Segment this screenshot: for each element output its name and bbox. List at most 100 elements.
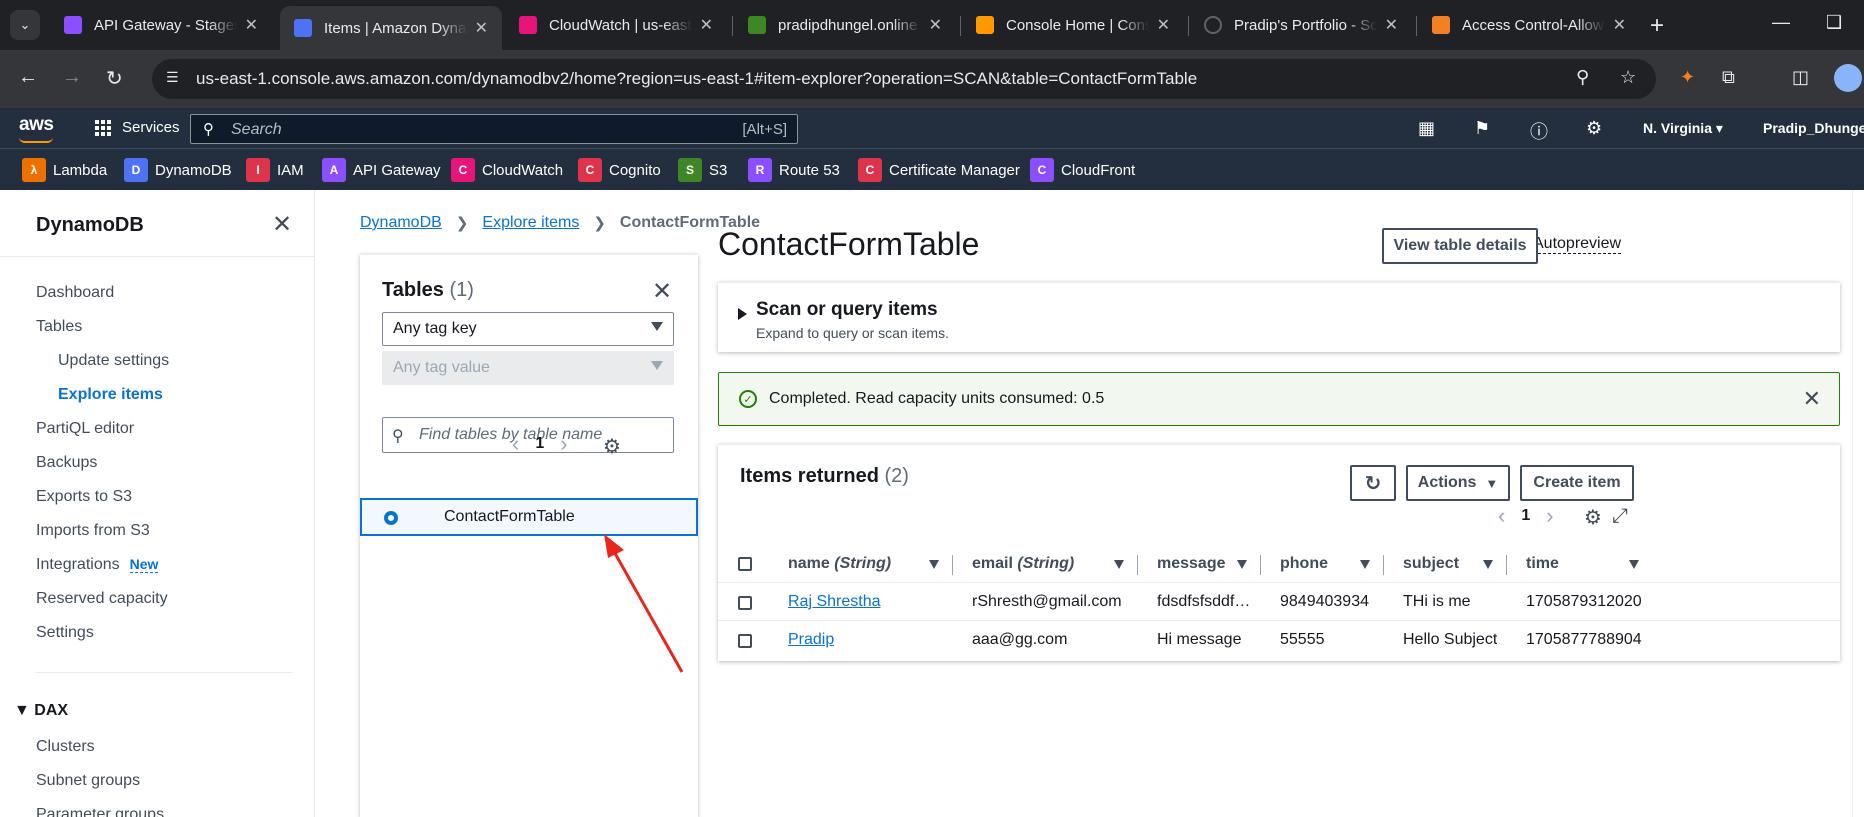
cloudshell-icon[interactable]: ▦ — [1418, 118, 1435, 139]
table-list-item[interactable]: ContactFormTable — [360, 498, 698, 536]
side-panel-icon[interactable]: ◫ — [1792, 67, 1809, 88]
column-header-subject[interactable]: subject — [1403, 555, 1459, 573]
sidenav-item-parameter-groups[interactable]: Parameter groups — [36, 806, 164, 817]
account-menu[interactable]: Pradip_Dhungel — [1763, 120, 1864, 136]
service-title[interactable]: DynamoDB — [36, 214, 144, 237]
cell-name-link[interactable]: Raj Shrestha — [788, 593, 881, 611]
cell-name-link[interactable]: Pradip — [788, 631, 834, 649]
reload-icon[interactable]: ↻ — [106, 66, 123, 91]
sort-icon[interactable] — [1114, 560, 1124, 569]
page-number[interactable]: 1 — [1521, 507, 1530, 525]
dismiss-icon[interactable]: ✕ — [1803, 386, 1821, 412]
table-row[interactable]: Raj Shrestha rShresth@gmail.com fdsdfsfs… — [718, 583, 1840, 621]
favorite-certificate-manager[interactable]: C Certificate Manager — [858, 157, 1020, 183]
fullscreen-icon[interactable]: ⤢ — [1612, 505, 1628, 528]
row-checkbox[interactable] — [738, 596, 752, 610]
table-preferences-gear-icon[interactable]: ⚙ — [1584, 505, 1602, 530]
restore-window-icon[interactable]: ❑ — [1826, 12, 1842, 33]
sidenav-item-dashboard[interactable]: Dashboard — [36, 284, 114, 302]
favorite-cognito[interactable]: C Cognito — [578, 157, 661, 183]
favorite-api-gateway[interactable]: A API Gateway — [322, 157, 441, 183]
region-selector[interactable]: N. Virginia ▾ — [1643, 120, 1723, 137]
aws-logo[interactable]: aws — [19, 114, 54, 136]
table-preferences-gear-icon[interactable]: ⚙ — [603, 434, 621, 459]
browser-tab-dynamodb[interactable]: Items | Amazon DynamoDB ✕ — [280, 6, 502, 50]
favorite-route53[interactable]: R Route 53 — [748, 157, 840, 183]
close-tab-icon[interactable]: ✕ — [245, 15, 258, 35]
sidenav-item-partiql-editor[interactable]: PartiQL editor — [36, 420, 134, 438]
select-all-checkbox[interactable] — [738, 557, 752, 571]
profile-avatar[interactable] — [1834, 64, 1862, 92]
help-icon[interactable]: ⓘ — [1530, 118, 1548, 144]
create-item-button[interactable]: Create item — [1520, 465, 1634, 501]
dax-section-toggle[interactable]: ▼ DAX — [14, 702, 68, 720]
page-number[interactable]: 1 — [535, 435, 544, 453]
sidenav-item-tables[interactable]: Tables — [36, 318, 82, 336]
sidenav-item-explore-items[interactable]: Explore items — [58, 386, 163, 404]
sort-icon[interactable] — [1360, 560, 1370, 569]
column-header-phone[interactable]: phone — [1280, 555, 1328, 573]
extensions-puzzle-icon[interactable]: ⧉ — [1722, 67, 1735, 88]
browser-tab-console-home[interactable]: Console Home | Console ✕ — [962, 6, 1184, 44]
minimize-icon[interactable]: — — [1772, 12, 1790, 33]
sidenav-item-subnet-groups[interactable]: Subnet groups — [36, 772, 140, 790]
sidenav-item-exports[interactable]: Exports to S3 — [36, 488, 132, 506]
tag-key-select[interactable]: Any tag key — [382, 312, 674, 346]
sort-icon[interactable] — [1483, 560, 1493, 569]
zoom-icon[interactable]: ⚲ — [1576, 67, 1589, 88]
sort-icon[interactable] — [1237, 560, 1247, 569]
browser-tab-s3-site[interactable]: pradipdhungel.online ✕ — [734, 6, 956, 44]
breadcrumb-explore-items[interactable]: Explore items — [482, 214, 579, 232]
chevron-left-icon[interactable]: ‹ — [1498, 503, 1505, 529]
chevron-right-icon[interactable]: › — [560, 431, 567, 457]
table-row[interactable]: Pradip aaa@gg.com Hi message 55555 Hello… — [718, 621, 1840, 659]
extension-icon[interactable]: ✦ — [1680, 67, 1695, 88]
close-tab-icon[interactable]: ✕ — [1157, 15, 1170, 35]
sidenav-item-imports[interactable]: Imports from S3 — [36, 522, 150, 540]
chevron-left-icon[interactable]: ‹ — [512, 431, 519, 457]
browser-tab-api-gateway[interactable]: API Gateway - Stages ✕ — [50, 6, 272, 44]
aws-search-input[interactable]: ⚲ Search [Alt+S] — [190, 114, 798, 144]
close-nav-icon[interactable]: ✕ — [272, 210, 292, 239]
browser-tab-portfolio[interactable]: Pradip's Portfolio - Sc ✕ — [1190, 6, 1412, 44]
favorite-iam[interactable]: I IAM — [246, 157, 304, 183]
services-menu-button[interactable]: Services — [122, 119, 180, 136]
browser-tab-stackoverflow[interactable]: Access Control-Allow ✕ — [1418, 6, 1640, 44]
column-header-message[interactable]: message — [1157, 555, 1226, 573]
refresh-button[interactable]: ↻ — [1350, 465, 1396, 501]
settings-gear-icon[interactable]: ⚙ — [1586, 118, 1602, 139]
tab-search-dropdown-icon[interactable]: ⌄ — [10, 10, 40, 40]
sidenav-item-update-settings[interactable]: Update settings — [58, 352, 169, 370]
sidenav-item-integrations[interactable]: Integrations New — [36, 556, 159, 574]
column-header-time[interactable]: time — [1526, 555, 1559, 573]
browser-tab-cloudwatch[interactable]: CloudWatch | us-east-1 ✕ — [505, 6, 727, 44]
table-radio-button[interactable] — [384, 511, 398, 525]
favorite-lambda[interactable]: λ Lambda — [22, 157, 107, 183]
sidenav-item-reserved-capacity[interactable]: Reserved capacity — [36, 590, 168, 608]
sort-icon[interactable] — [1629, 560, 1639, 569]
bookmark-star-icon[interactable]: ☆ — [1620, 67, 1636, 88]
column-header-name[interactable]: name (String) — [788, 555, 891, 573]
forward-icon[interactable]: → — [62, 66, 82, 89]
favorite-dynamodb[interactable]: D DynamoDB — [124, 157, 232, 183]
notifications-bell-icon[interactable]: ⚑ — [1474, 118, 1490, 139]
favorite-s3[interactable]: S S3 — [678, 157, 727, 183]
close-tab-icon[interactable]: ✕ — [929, 15, 942, 35]
column-header-email[interactable]: email (String) — [972, 555, 1074, 573]
close-tab-icon[interactable]: ✕ — [1385, 15, 1398, 35]
favorite-cloudwatch[interactable]: C CloudWatch — [451, 157, 563, 183]
actions-button[interactable]: Actions ▼ — [1406, 465, 1510, 501]
close-tab-icon[interactable]: ✕ — [475, 18, 488, 38]
sidenav-item-backups[interactable]: Backups — [36, 454, 97, 472]
site-info-icon[interactable]: ☰ — [166, 69, 186, 89]
close-tab-icon[interactable]: ✕ — [1613, 15, 1626, 35]
page-scrollbar[interactable] — [1852, 190, 1864, 817]
favorite-cloudfront[interactable]: C CloudFront — [1030, 157, 1135, 183]
new-tab-icon[interactable]: + — [1650, 12, 1664, 40]
breadcrumb-dynamodb[interactable]: DynamoDB — [360, 214, 442, 232]
scan-query-section[interactable]: Scan or query items Expand to query or s… — [718, 282, 1840, 352]
address-bar[interactable]: ☰ us-east-1.console.aws.amazon.com/dynam… — [152, 59, 1656, 99]
sidenav-item-settings[interactable]: Settings — [36, 624, 94, 642]
services-grid-icon[interactable] — [95, 120, 111, 136]
close-panel-icon[interactable]: ✕ — [652, 277, 672, 306]
